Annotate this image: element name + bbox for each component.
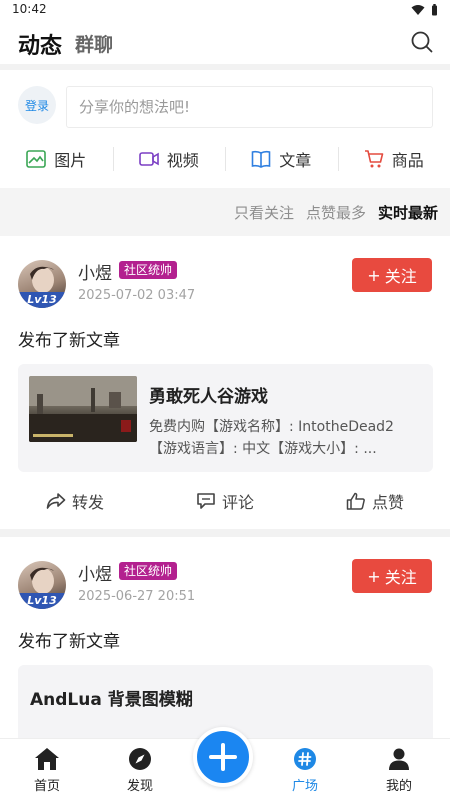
follow-label: 关注 (384, 267, 417, 286)
share-thought-input[interactable] (66, 86, 433, 128)
comment-button[interactable]: 评论 (150, 481, 300, 521)
author-name[interactable]: 小煜 (78, 560, 112, 585)
status-bar: 10:42 (0, 0, 450, 20)
follow-button[interactable]: + 关注 (352, 258, 432, 292)
comment-label: 评论 (221, 493, 254, 512)
video-icon (138, 152, 159, 166)
share-button[interactable]: 转发 (0, 481, 150, 521)
top-header: 动态 群聊 (0, 20, 450, 64)
post-timestamp: 2025-06-27 20:51 (78, 589, 196, 604)
follow-label: 关注 (384, 568, 417, 587)
hashtag-icon (294, 748, 316, 770)
tab-group-chat[interactable]: 群聊 (75, 30, 113, 57)
status-time: 10:42 (12, 2, 47, 16)
filter-following-only[interactable]: 只看关注 (234, 202, 294, 223)
book-icon (251, 150, 271, 168)
thumbs-up-icon (346, 492, 365, 510)
article-title: 勇敢死人谷游戏 (149, 387, 268, 407)
post-text: 发布了新文章 (18, 632, 120, 652)
role-badge: 社区统帅 (119, 562, 178, 580)
plus-icon: + (367, 566, 381, 586)
feed-post: Lv13 小煜 社区统帅 2025-07-02 03:47 + 关注 发布了新文章… (0, 236, 450, 529)
follow-button[interactable]: + 关注 (352, 559, 432, 593)
battery-icon (432, 4, 437, 16)
filter-latest[interactable]: 实时最新 (378, 202, 438, 223)
role-badge: 社区统帅 (119, 261, 178, 279)
like-label: 点赞 (371, 493, 404, 512)
post-composer: 登录 图片 视频 文章 商品 (0, 70, 450, 188)
article-thumbnail (29, 376, 137, 442)
article-title: AndLua 背景图模糊 (30, 690, 193, 710)
feed-filter-bar: 只看关注 点赞最多 实时最新 (0, 188, 450, 236)
system-icons (411, 4, 438, 16)
article-description: 免费内购【游戏名称】: IntotheDead2 【游戏语言】: 中文【游戏大小… (149, 416, 419, 460)
create-post-fab[interactable] (193, 727, 253, 787)
media-video-button[interactable]: 视频 (112, 144, 226, 174)
nav-home[interactable]: 首页 (17, 747, 77, 794)
media-image-label: 图片 (54, 151, 87, 170)
compass-icon (129, 748, 151, 770)
author-name[interactable]: 小煜 (78, 259, 112, 284)
media-type-row: 图片 视频 文章 商品 (0, 144, 450, 174)
article-card[interactable]: 勇敢死人谷游戏 免费内购【游戏名称】: IntotheDead2 【游戏语言】:… (18, 364, 433, 472)
nav-discover-label: 发现 (126, 779, 153, 794)
nav-profile[interactable]: 我的 (369, 747, 429, 794)
plus-icon: + (367, 265, 381, 285)
media-video-label: 视频 (166, 151, 199, 170)
nav-square-label: 广场 (291, 779, 318, 794)
post-actions: 转发 评论 点赞 (0, 481, 450, 521)
media-product-button[interactable]: 商品 (337, 144, 450, 174)
avatar[interactable]: Lv13 (18, 260, 66, 308)
login-button[interactable]: 登录 (18, 86, 56, 124)
share-icon (46, 493, 66, 509)
post-timestamp: 2025-07-02 03:47 (78, 288, 196, 303)
home-icon (35, 748, 59, 770)
nav-square[interactable]: 广场 (275, 747, 335, 794)
comment-icon (197, 493, 215, 509)
media-article-label: 文章 (279, 151, 312, 170)
person-icon (389, 748, 409, 770)
article-desc-line: 免费内购【游戏名称】: IntotheDead2 (149, 419, 394, 435)
feed-post: Lv13 小煜 社区统帅 2025-06-27 20:51 + 关注 发布了新文章… (0, 537, 450, 745)
level-badge: Lv13 (18, 593, 66, 609)
article-desc-line: 【游戏语言】: 中文【游戏大小】: ... (149, 441, 377, 457)
avatar[interactable]: Lv13 (18, 561, 66, 609)
filter-most-liked[interactable]: 点赞最多 (306, 202, 366, 223)
game-scene-image (29, 376, 137, 442)
media-article-button[interactable]: 文章 (225, 144, 338, 174)
nav-discover[interactable]: 发现 (110, 747, 170, 794)
like-button[interactable]: 点赞 (300, 481, 450, 521)
media-product-label: 商品 (391, 151, 424, 170)
share-label: 转发 (71, 493, 104, 512)
search-icon[interactable] (410, 30, 434, 54)
level-badge: Lv13 (18, 292, 66, 308)
post-divider (0, 529, 450, 537)
media-image-button[interactable]: 图片 (0, 144, 113, 174)
login-label: 登录 (24, 98, 49, 113)
nav-home-label: 首页 (33, 779, 60, 794)
post-text: 发布了新文章 (18, 331, 120, 351)
cart-icon (364, 150, 384, 168)
plus-icon (209, 743, 237, 771)
wifi-icon (411, 5, 425, 15)
image-icon (26, 150, 47, 168)
nav-profile-label: 我的 (385, 779, 412, 794)
tab-feed[interactable]: 动态 (18, 28, 62, 60)
